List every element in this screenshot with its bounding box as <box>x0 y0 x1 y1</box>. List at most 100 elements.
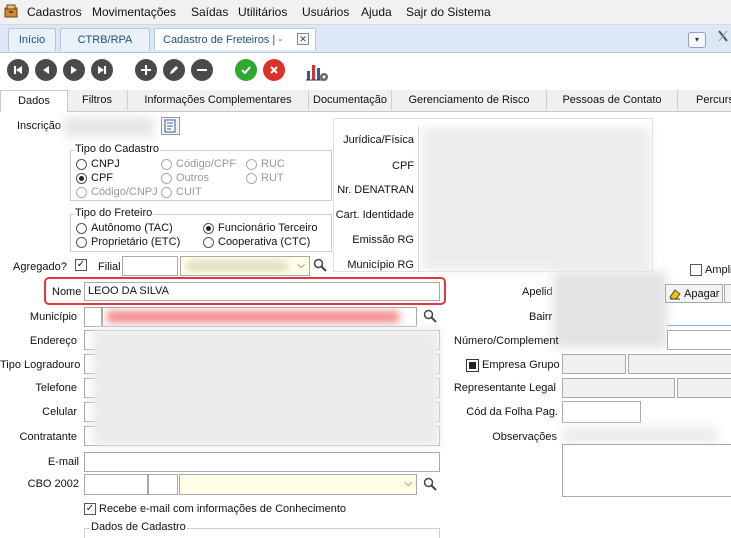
inscricao-input[interactable] <box>64 117 154 137</box>
edit-button[interactable] <box>163 59 185 81</box>
chevron-down-icon: ⌵ <box>297 260 305 271</box>
radio-codigo-cnpj-circle <box>76 186 87 198</box>
tipo-freteiro-title: Tipo do Freteiro <box>74 207 154 219</box>
tipo-cadastro-title: Tipo do Cadastro <box>74 143 160 155</box>
radio-ruc[interactable]: RUC <box>246 158 285 170</box>
recebe-email-checkbox[interactable]: ✓ <box>84 503 96 515</box>
radio-rut[interactable]: RUT <box>246 172 284 184</box>
inscricao-label: Inscrição <box>17 120 62 132</box>
filial-search-icon[interactable] <box>313 258 327 275</box>
email-label: E-mail <box>47 456 79 468</box>
tab-inicio[interactable]: Início <box>8 28 56 51</box>
menu-utilitarios[interactable]: Utilitários <box>238 5 287 19</box>
next-record-button[interactable] <box>63 59 85 81</box>
cbo-search-icon[interactable] <box>423 477 437 494</box>
cancel-button[interactable] <box>263 59 285 81</box>
tab-pessoas-contato[interactable]: Pessoas de Contato <box>547 90 678 110</box>
radio-codigo-cnpj[interactable]: Código/CNPJ <box>76 186 158 198</box>
email-input[interactable] <box>84 452 440 472</box>
emissao-rg-label: Emissão RG <box>352 234 414 246</box>
municipio-code-input[interactable] <box>84 307 102 327</box>
add-button[interactable] <box>135 59 157 81</box>
municipio-search-icon[interactable] <box>423 309 437 326</box>
filial-code-input[interactable] <box>122 256 178 276</box>
tab-inicio-label: Início <box>18 34 46 46</box>
tab-informacoes-complementares[interactable]: Informações Complementares <box>128 90 309 110</box>
last-record-button[interactable] <box>91 59 113 81</box>
nome-input[interactable]: LEOO DA SILVA <box>84 282 440 301</box>
radio-autonomo-label: Autônomo (TAC) <box>91 222 173 234</box>
radio-cpf[interactable]: CPF <box>76 172 113 184</box>
representante-code[interactable] <box>562 378 675 398</box>
radio-codigo-cpf[interactable]: Código/CPF <box>161 158 236 170</box>
cpf-label: CPF <box>392 160 414 172</box>
apagar-button[interactable]: Apagar <box>665 284 723 303</box>
tab-list-dropdown-icon[interactable]: ▾ <box>688 32 706 48</box>
empresa-grupo-name[interactable] <box>628 354 731 374</box>
filial-select[interactable]: ⌵ <box>180 256 310 276</box>
tab-percurso[interactable]: Percurs <box>678 90 731 110</box>
first-record-button[interactable] <box>7 59 29 81</box>
inscricao-lookup-button[interactable] <box>161 117 180 135</box>
cod-folha-input[interactable] <box>562 401 641 423</box>
observacoes-label: Observações <box>492 431 557 443</box>
menu-usuarios[interactable]: Usuários <box>302 5 349 19</box>
endereco-label: Endereço <box>29 335 77 347</box>
tab-filtros[interactable]: Filtros <box>67 90 128 110</box>
radio-outros-circle <box>161 172 172 184</box>
bairro-input-underline <box>667 325 731 326</box>
radio-cnpj[interactable]: CNPJ <box>76 158 120 170</box>
filial-select-value <box>187 262 287 270</box>
radio-cuit-label: CUIT <box>176 186 202 198</box>
radio-outros[interactable]: Outros <box>161 172 209 184</box>
radio-proprietario[interactable]: Proprietário (ETC) <box>76 236 180 248</box>
radio-cuit[interactable]: CUIT <box>161 186 202 198</box>
confirm-button[interactable] <box>235 59 257 81</box>
tab-ctrb-rpa[interactable]: CTRB/RPA <box>60 28 150 51</box>
cbo-code-input[interactable] <box>84 474 148 495</box>
app-icon <box>4 4 18 18</box>
apagar-label: Apagar <box>684 287 720 300</box>
close-icon[interactable]: ✕ <box>297 33 309 45</box>
tab-cadastro-freteiros-label: Cadastro de Freteiros | - <box>163 34 283 46</box>
representante-name[interactable] <box>677 378 731 398</box>
tab-gerenciamento-risco[interactable]: Gerenciamento de Risco <box>392 90 547 110</box>
empresa-grupo-code[interactable] <box>562 354 626 374</box>
municipio-field[interactable] <box>102 307 417 327</box>
radio-funcionario-terceiro[interactable]: Funcionário Terceiro <box>203 222 317 234</box>
radio-cooperativa[interactable]: Cooperativa (CTC) <box>203 236 310 248</box>
report-settings-icon[interactable] <box>305 59 329 83</box>
observacoes-textarea[interactable] <box>562 444 731 497</box>
radio-codigo-cpf-label: Código/CPF <box>176 158 236 170</box>
ampliar-checkbox[interactable] <box>690 264 702 276</box>
municipio-label: Município <box>29 311 77 323</box>
numero-input[interactable] <box>667 330 731 350</box>
previous-record-button[interactable] <box>35 59 57 81</box>
tab-dados[interactable]: Dados <box>0 90 68 112</box>
recebe-email-label: Recebe e-mail com informações de Conheci… <box>99 503 347 515</box>
municipio-rg-label: Município RG <box>347 259 414 271</box>
radio-autonomo[interactable]: Autônomo (TAC) <box>76 222 173 234</box>
menu-ajuda[interactable]: Ajuda <box>361 5 392 19</box>
delete-button[interactable] <box>191 59 213 81</box>
menu-cadastros[interactable]: Cadastros <box>27 5 82 19</box>
extra-button[interactable] <box>724 284 731 303</box>
radio-codigo-cnpj-label: Código/CNPJ <box>91 186 158 198</box>
radio-cnpj-circle <box>76 158 87 170</box>
radio-outros-label: Outros <box>176 172 210 184</box>
cbo-select[interactable]: ⌵ <box>179 474 417 495</box>
radio-cnpj-label: CNPJ <box>91 158 120 170</box>
menu-saidas[interactable]: Saídas <box>191 5 228 19</box>
menu-movimentacoes[interactable]: Movimentações <box>92 5 176 19</box>
cbo-label: CBO 2002 <box>27 478 79 490</box>
tab-documentacao[interactable]: Documentação <box>309 90 392 110</box>
tab-ctrb-rpa-label: CTRB/RPA <box>77 34 133 46</box>
bairro-label: Bairr <box>529 311 553 323</box>
radio-proprietario-label: Proprietário (ETC) <box>91 236 181 248</box>
empresa-grupo-checkbox[interactable] <box>466 359 479 372</box>
pin-icon[interactable] <box>716 29 730 45</box>
menu-sair[interactable]: Sajr do Sistema <box>406 5 491 19</box>
tab-cadastro-freteiros[interactable]: Cadastro de Freteiros | - ✕ <box>154 28 316 50</box>
agregado-checkbox[interactable]: ✓ <box>75 259 87 271</box>
cbo-digit-input[interactable] <box>148 474 178 495</box>
